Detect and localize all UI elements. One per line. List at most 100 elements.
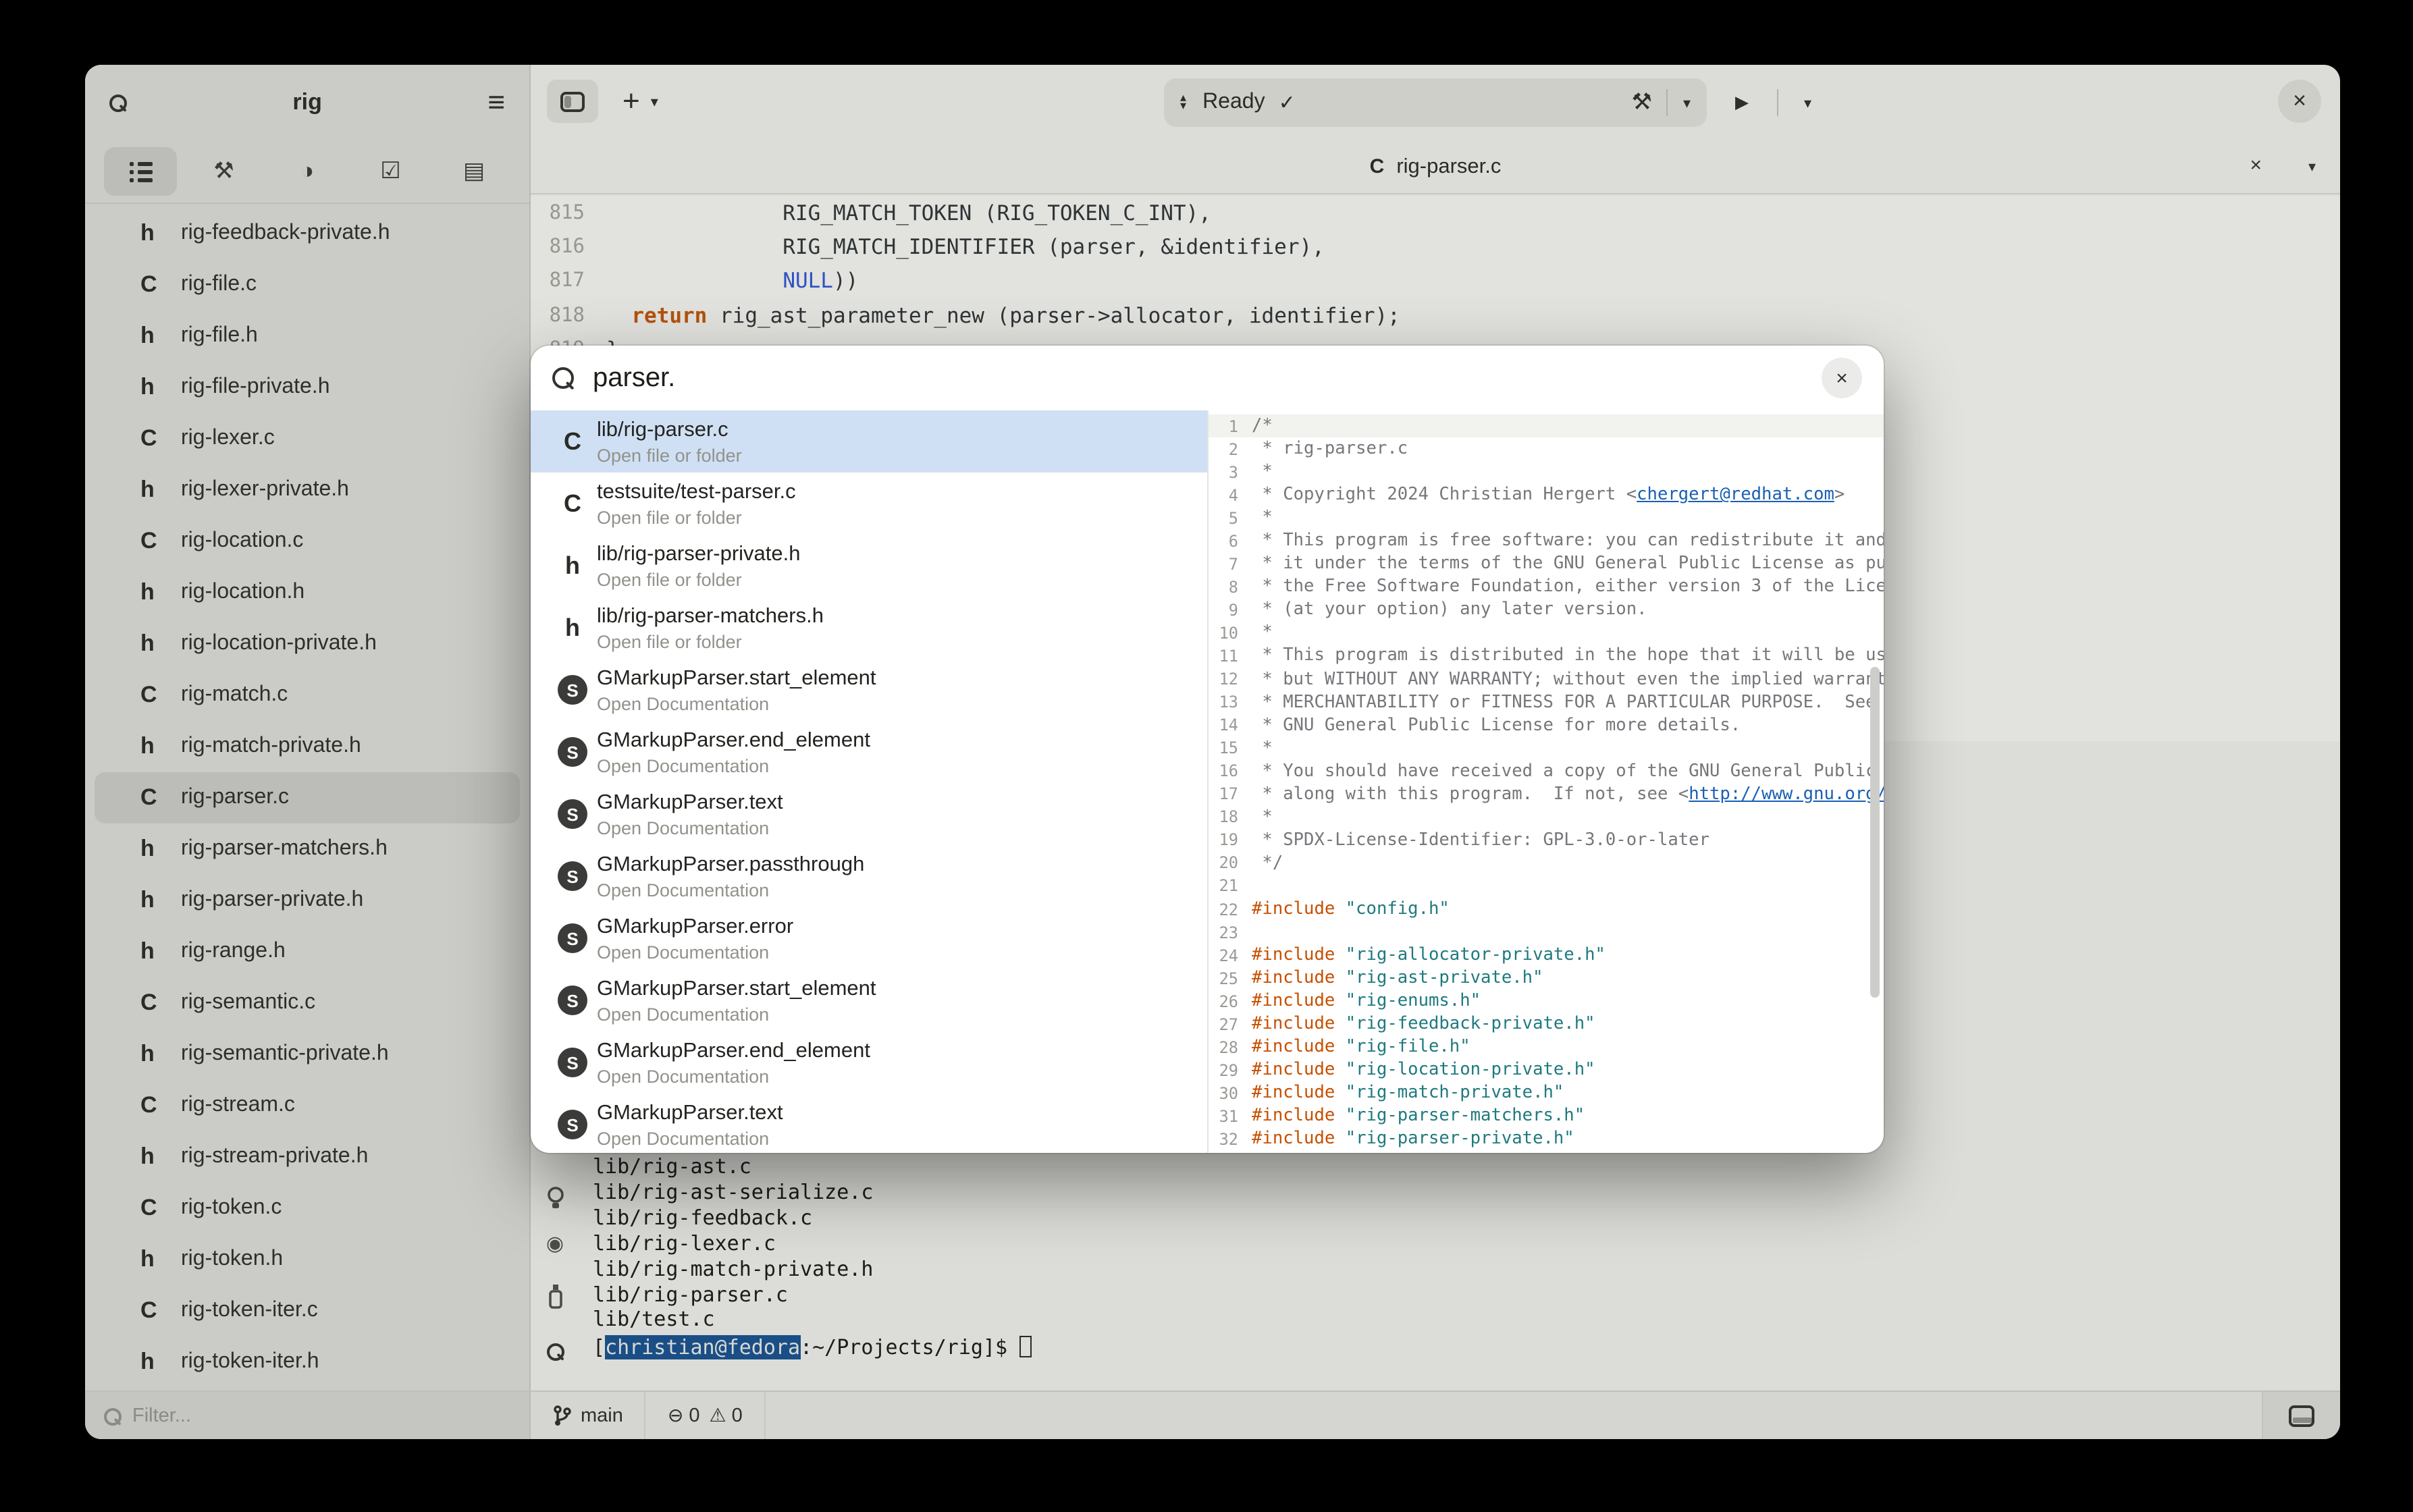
file-list-item[interactable]: hrig-stream-private.h (95, 1131, 520, 1183)
search-result-item[interactable]: SGMarkupParser.end_elementOpen Documenta… (531, 1031, 1207, 1094)
tab-rig-parser[interactable]: C rig-parser.c (531, 140, 2340, 193)
line-number: 4 (1209, 485, 1252, 504)
file-list-item[interactable]: Crig-semantic.c (95, 977, 520, 1029)
result-title: GMarkupParser.error (597, 915, 793, 939)
file-list-item[interactable]: hrig-range.h (95, 926, 520, 977)
file-name: rig-parser-matchers.h (181, 837, 388, 861)
panel-left-icon (560, 91, 585, 111)
lightbulb-icon[interactable] (540, 1183, 570, 1212)
search-result-item[interactable]: SGMarkupParser.end_elementOpen Documenta… (531, 721, 1207, 783)
menu-icon[interactable]: ≡ (487, 88, 505, 117)
build-menu-caret-icon[interactable]: ▾ (1683, 94, 1691, 111)
file-list-item[interactable]: hrig-token.h (95, 1234, 520, 1285)
bottle-icon[interactable] (540, 1281, 570, 1311)
file-list-item[interactable]: hrig-file-private.h (95, 362, 520, 413)
file-list-item[interactable]: Crig-match.c (95, 670, 520, 721)
toggle-left-panel-button[interactable] (547, 80, 598, 123)
result-text: GMarkupParser.textOpen Documentation (597, 790, 783, 838)
divider (85, 202, 529, 204)
window-close-button[interactable]: × (2278, 80, 2321, 123)
filter-input[interactable]: Filter... (85, 1392, 531, 1439)
divider (1667, 89, 1668, 116)
result-subtitle: Open Documentation (597, 693, 876, 713)
file-list-item[interactable]: hrig-match-private.h (95, 721, 520, 772)
target-icon[interactable]: ◉ (540, 1228, 570, 1258)
file-preview-pane[interactable]: 1/*2 * rig-parser.c3 *4 * Copyright 2024… (1207, 410, 1884, 1153)
result-text: GMarkupParser.textOpen Documentation (597, 1101, 783, 1148)
terminal-cursor (1019, 1336, 1032, 1358)
c-file-icon: C (140, 1092, 181, 1119)
tab-project-files[interactable] (104, 147, 177, 196)
tab-list-caret-icon[interactable]: ▾ (2308, 158, 2316, 176)
file-list-item[interactable]: Crig-file.c (95, 259, 520, 310)
warning-icon: ⚠ (710, 1404, 726, 1427)
search-result-item[interactable]: hlib/rig-parser-matchers.hOpen file or f… (531, 597, 1207, 659)
code-line: 817 NULL)) (531, 264, 2340, 298)
tab-build-issues[interactable]: ⚒ (188, 147, 261, 196)
file-list-item[interactable]: hrig-feedback-private.h (95, 208, 520, 259)
search-result-item[interactable]: Ctestsuite/test-parser.cOpen file or fol… (531, 473, 1207, 535)
branch-indicator[interactable]: main (531, 1392, 646, 1439)
h-file-icon: h (140, 374, 181, 401)
search-result-item[interactable]: SGMarkupParser.start_elementOpen Documen… (531, 969, 1207, 1031)
code-text: * (at your option) any later version. (1252, 600, 1647, 620)
result-subtitle: Open Documentation (597, 817, 783, 838)
new-page-button[interactable]: + ▾ (614, 80, 666, 123)
tab-debug-targets[interactable]: ◑ (271, 147, 344, 196)
diagnostics-indicator[interactable]: ⊖0 ⚠0 (646, 1392, 766, 1439)
c-file-icon: C (140, 990, 181, 1017)
code-line: 818 return rig_ast_parameter_new (parser… (531, 298, 2340, 333)
code-text: /* (1252, 416, 1273, 436)
error-count: 0 (689, 1405, 699, 1426)
divider (1777, 89, 1778, 116)
preview-scrollbar[interactable] (1870, 667, 1880, 998)
file-name: rig-stream-private.h (181, 1145, 368, 1169)
file-name: rig-feedback-private.h (181, 221, 390, 246)
terminal-output[interactable]: lib/rig-ast.c lib/rig-ast-serialize.c li… (593, 1154, 1032, 1361)
code-text: return rig_ast_parameter_new (parser->al… (606, 303, 1400, 327)
code-text: RIG_MATCH_TOKEN (RIG_TOKEN_C_INT), (606, 200, 1211, 225)
file-list-item[interactable]: hrig-parser-matchers.h (95, 824, 520, 875)
search-icon[interactable] (109, 94, 127, 111)
file-list-item[interactable]: hrig-semantic-private.h (95, 1029, 520, 1080)
tab-todo[interactable]: ☑ (354, 147, 427, 196)
file-list-item[interactable]: hrig-token-iter.h (95, 1336, 520, 1388)
file-list-item[interactable]: Crig-token-iter.c (95, 1285, 520, 1336)
search-icon (552, 367, 574, 389)
file-list-item[interactable]: hrig-lexer-private.h (95, 464, 520, 516)
h-file-icon: h (140, 1246, 181, 1273)
file-list-item[interactable]: hrig-location-private.h (95, 618, 520, 670)
search-icon[interactable] (540, 1336, 570, 1366)
file-list-item[interactable]: Crig-location.c (95, 516, 520, 567)
tab-documentation[interactable]: ▤ (437, 147, 510, 196)
file-list-item[interactable]: Crig-lexer.c (95, 413, 520, 464)
file-list-item[interactable]: hrig-location.h (95, 567, 520, 618)
toggle-bottom-panel-button[interactable] (2262, 1392, 2340, 1439)
code-text: * (1252, 738, 1273, 758)
search-result-item[interactable]: SGMarkupParser.textOpen Documentation (531, 783, 1207, 845)
file-list-item[interactable]: Crig-parser.c (95, 772, 520, 824)
run-icon[interactable]: ▶ (1722, 92, 1762, 113)
search-result-item[interactable]: Clib/rig-parser.cOpen file or folder (531, 410, 1207, 473)
search-result-item[interactable]: SGMarkupParser.passthroughOpen Documenta… (531, 845, 1207, 907)
c-file-icon: C (1370, 155, 1385, 178)
file-name: rig-match-private.h (181, 734, 361, 759)
search-close-button[interactable]: × (1822, 358, 1862, 398)
run-menu-caret-icon[interactable]: ▾ (1793, 94, 1822, 111)
file-list-item[interactable]: hrig-parser-private.h (95, 875, 520, 926)
file-list-item[interactable]: hrig-file.h (95, 310, 520, 362)
search-result-item[interactable]: SGMarkupParser.start_elementOpen Documen… (531, 659, 1207, 721)
result-icon-wrap: S (548, 675, 597, 705)
search-result-item[interactable]: hlib/rig-parser-private.hOpen file or fo… (531, 535, 1207, 597)
file-name: rig-location.h (181, 580, 304, 605)
line-number: 29 (1209, 1061, 1252, 1080)
search-result-item[interactable]: SGMarkupParser.errorOpen Documentation (531, 907, 1207, 969)
build-icon[interactable]: ⚒ (1631, 89, 1652, 116)
search-query-input[interactable]: parser. (593, 362, 1803, 394)
file-name: rig-lexer.c (181, 427, 275, 451)
tab-close-icon[interactable]: × (2250, 154, 2262, 177)
build-status-button[interactable]: ▴▾ Ready ✓ ⚒ ▾ (1164, 78, 1707, 127)
search-result-item[interactable]: SGMarkupParser.textOpen Documentation (531, 1094, 1207, 1153)
file-list-item[interactable]: Crig-stream.c (95, 1080, 520, 1131)
file-list-item[interactable]: Crig-token.c (95, 1183, 520, 1234)
